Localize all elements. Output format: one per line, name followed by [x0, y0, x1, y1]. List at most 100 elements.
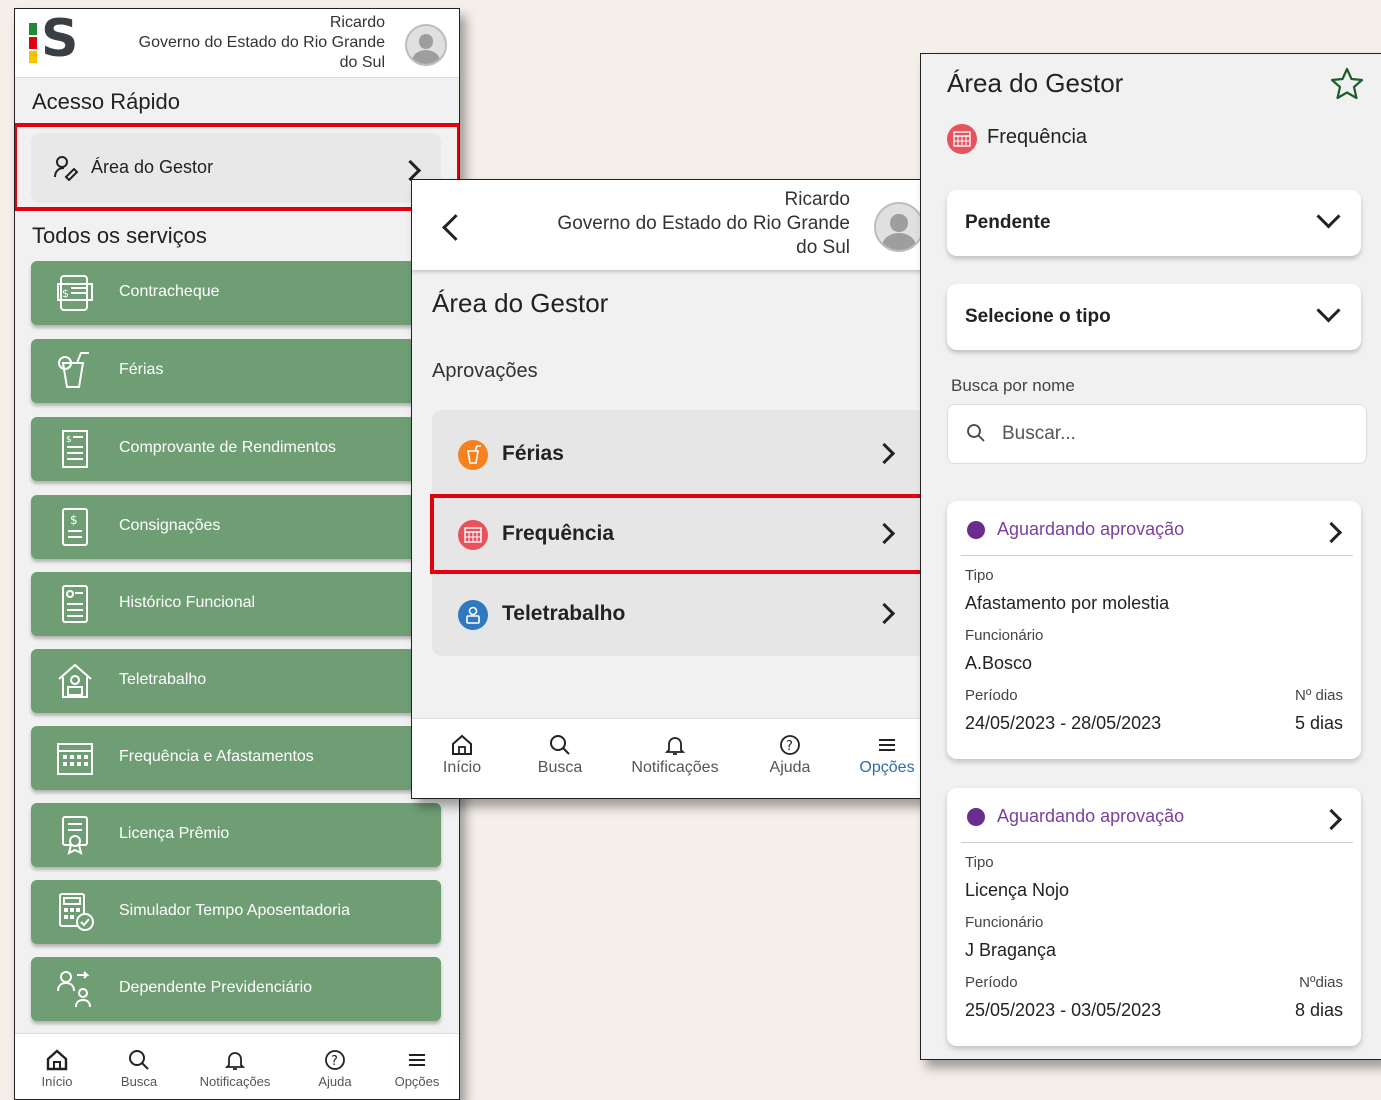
user-name: Ricardo [329, 14, 385, 31]
bottom-nav: Início Busca Notificações ? Ajuda Opções [412, 718, 932, 798]
home-worker-icon [58, 663, 92, 698]
svg-text:$: $ [70, 513, 78, 527]
nav-opcoes[interactable]: Opções [387, 1048, 447, 1089]
app-header: Ricardo Governo do Estado do Rio Grande … [412, 180, 932, 270]
svg-text:?: ? [331, 1054, 338, 1069]
search-label: Busca por nome [951, 376, 1075, 395]
calendar-icon [947, 124, 977, 154]
service-label: Frequência e Afastamentos [119, 748, 314, 765]
approval-ferias[interactable]: Férias [432, 410, 932, 490]
nav-inicio[interactable]: Início [432, 733, 492, 777]
org-line-2: do Sul [796, 237, 850, 258]
funcionario-label: Funcionário [965, 627, 1044, 644]
divider [961, 842, 1353, 843]
dias-value: 5 dias [1294, 713, 1343, 733]
type-dropdown-value: Selecione o tipo [965, 306, 1111, 327]
receipt-icon: $ [62, 430, 88, 468]
drink-icon [458, 440, 488, 470]
service-comprovante[interactable]: $ Comprovante de Rendimentos [31, 417, 441, 481]
avatar[interactable] [874, 202, 924, 252]
service-label: Teletrabalho [119, 671, 207, 688]
chevron-down-icon [1316, 204, 1341, 229]
status-text: Aguardando aprovação [997, 806, 1185, 826]
nav-label: Notificações [199, 1074, 271, 1089]
service-consignacoes[interactable]: $ Consignações [31, 495, 441, 559]
bottom-nav: Início Busca Notificações ? Ajuda Opções [15, 1033, 459, 1099]
chevron-right-icon [1320, 808, 1343, 831]
nav-label: Busca [537, 759, 583, 776]
service-label: Consignações [119, 517, 221, 534]
app-header: S Ricardo Governo do Estado do Rio Grand… [15, 9, 459, 78]
nav-opcoes[interactable]: Opções [852, 733, 922, 777]
org-line-2: do Sul [339, 54, 385, 71]
request-card[interactable]: Aguardando aprovação Tipo Licença Nojo F… [947, 788, 1361, 1046]
approvals-title: Aprovações [432, 360, 538, 382]
nav-notificacoes[interactable]: Notificações [620, 733, 730, 777]
periodo-value: 24/05/2023 - 28/05/2023 [965, 713, 1162, 733]
dias-label: Nº dias [1295, 687, 1343, 704]
chevron-right-icon [873, 602, 896, 625]
service-ferias[interactable]: Férias [31, 339, 441, 403]
page-title: Área do Gestor [947, 68, 1124, 98]
chevron-right-icon [1320, 521, 1343, 544]
service-simulador[interactable]: Simulador Tempo Aposentadoria [31, 880, 441, 944]
highlight-box [430, 494, 932, 574]
nav-inicio[interactable]: Início [29, 1048, 85, 1089]
service-label: Contracheque [119, 283, 220, 300]
search-input[interactable] [1000, 419, 1304, 449]
services-title: Todos os serviços [32, 223, 207, 248]
nav-label: Notificações [631, 759, 719, 776]
nav-label: Busca [120, 1074, 158, 1089]
approval-teletrabalho[interactable]: Teletrabalho [432, 570, 932, 650]
service-label: Férias [119, 361, 164, 378]
service-historico[interactable]: Histórico Funcional [31, 572, 441, 636]
request-card[interactable]: Aguardando aprovação Tipo Afastamento po… [947, 501, 1361, 759]
page-title: Área do Gestor [432, 288, 609, 318]
service-licenca-premio[interactable]: Licença Prêmio [31, 803, 441, 867]
nav-label: Ajuda [769, 759, 811, 776]
service-contracheque[interactable]: $ Contracheque [31, 261, 441, 325]
type-dropdown[interactable]: Selecione o tipo [947, 284, 1361, 350]
tipo-value: Licença Nojo [965, 880, 1070, 900]
status-dropdown-value: Pendente [965, 212, 1051, 233]
back-arrow-icon[interactable] [442, 214, 469, 241]
calculator-icon [59, 893, 94, 931]
dias-label: Nºdias [1299, 974, 1343, 991]
service-dependente[interactable]: Dependente Previdenciário [31, 957, 441, 1021]
nav-ajuda[interactable]: ? Ajuda [760, 733, 820, 777]
chevron-down-icon [1316, 298, 1341, 323]
service-teletrabalho[interactable]: Teletrabalho [31, 649, 441, 713]
periodo-value: 25/05/2023 - 03/05/2023 [965, 1000, 1162, 1020]
avatar[interactable] [405, 24, 447, 66]
home-worker-icon [458, 600, 488, 630]
bell-icon [664, 737, 686, 755]
nav-ajuda[interactable]: ? Ajuda [307, 1048, 363, 1089]
certificate-icon [62, 816, 88, 855]
service-frequencia[interactable]: Frequência e Afastamentos [31, 726, 441, 790]
help-icon: ? [780, 735, 800, 755]
bell-icon [224, 1052, 246, 1070]
svg-text:?: ? [786, 739, 793, 754]
approval-label: Férias [502, 442, 564, 465]
approval-label: Teletrabalho [502, 602, 626, 625]
star-icon[interactable] [1329, 66, 1365, 102]
funcionario-label: Funcionário [965, 914, 1044, 931]
section-subtitle: Frequência [987, 126, 1088, 148]
nav-label: Início [41, 1074, 73, 1089]
dollar-document-icon: $ [62, 508, 88, 546]
search-icon [967, 424, 985, 442]
org-line-1: Governo do Estado do Rio Grande [138, 34, 385, 51]
divider [961, 555, 1353, 556]
periodo-label: Período [965, 687, 1018, 704]
status-dropdown[interactable]: Pendente [947, 190, 1361, 256]
rs-logo: S [29, 9, 95, 69]
svg-text:$: $ [62, 287, 69, 300]
home-icon [46, 1049, 68, 1071]
nav-busca[interactable]: Busca [111, 1048, 167, 1089]
history-document-icon [62, 585, 88, 623]
user-org-info: Ricardo Governo do Estado do Rio Grande … [532, 188, 850, 260]
drink-icon [58, 352, 89, 388]
nav-notificacoes[interactable]: Notificações [187, 1048, 283, 1089]
tipo-value: Afastamento por molestia [965, 593, 1170, 613]
nav-busca[interactable]: Busca [530, 733, 590, 777]
